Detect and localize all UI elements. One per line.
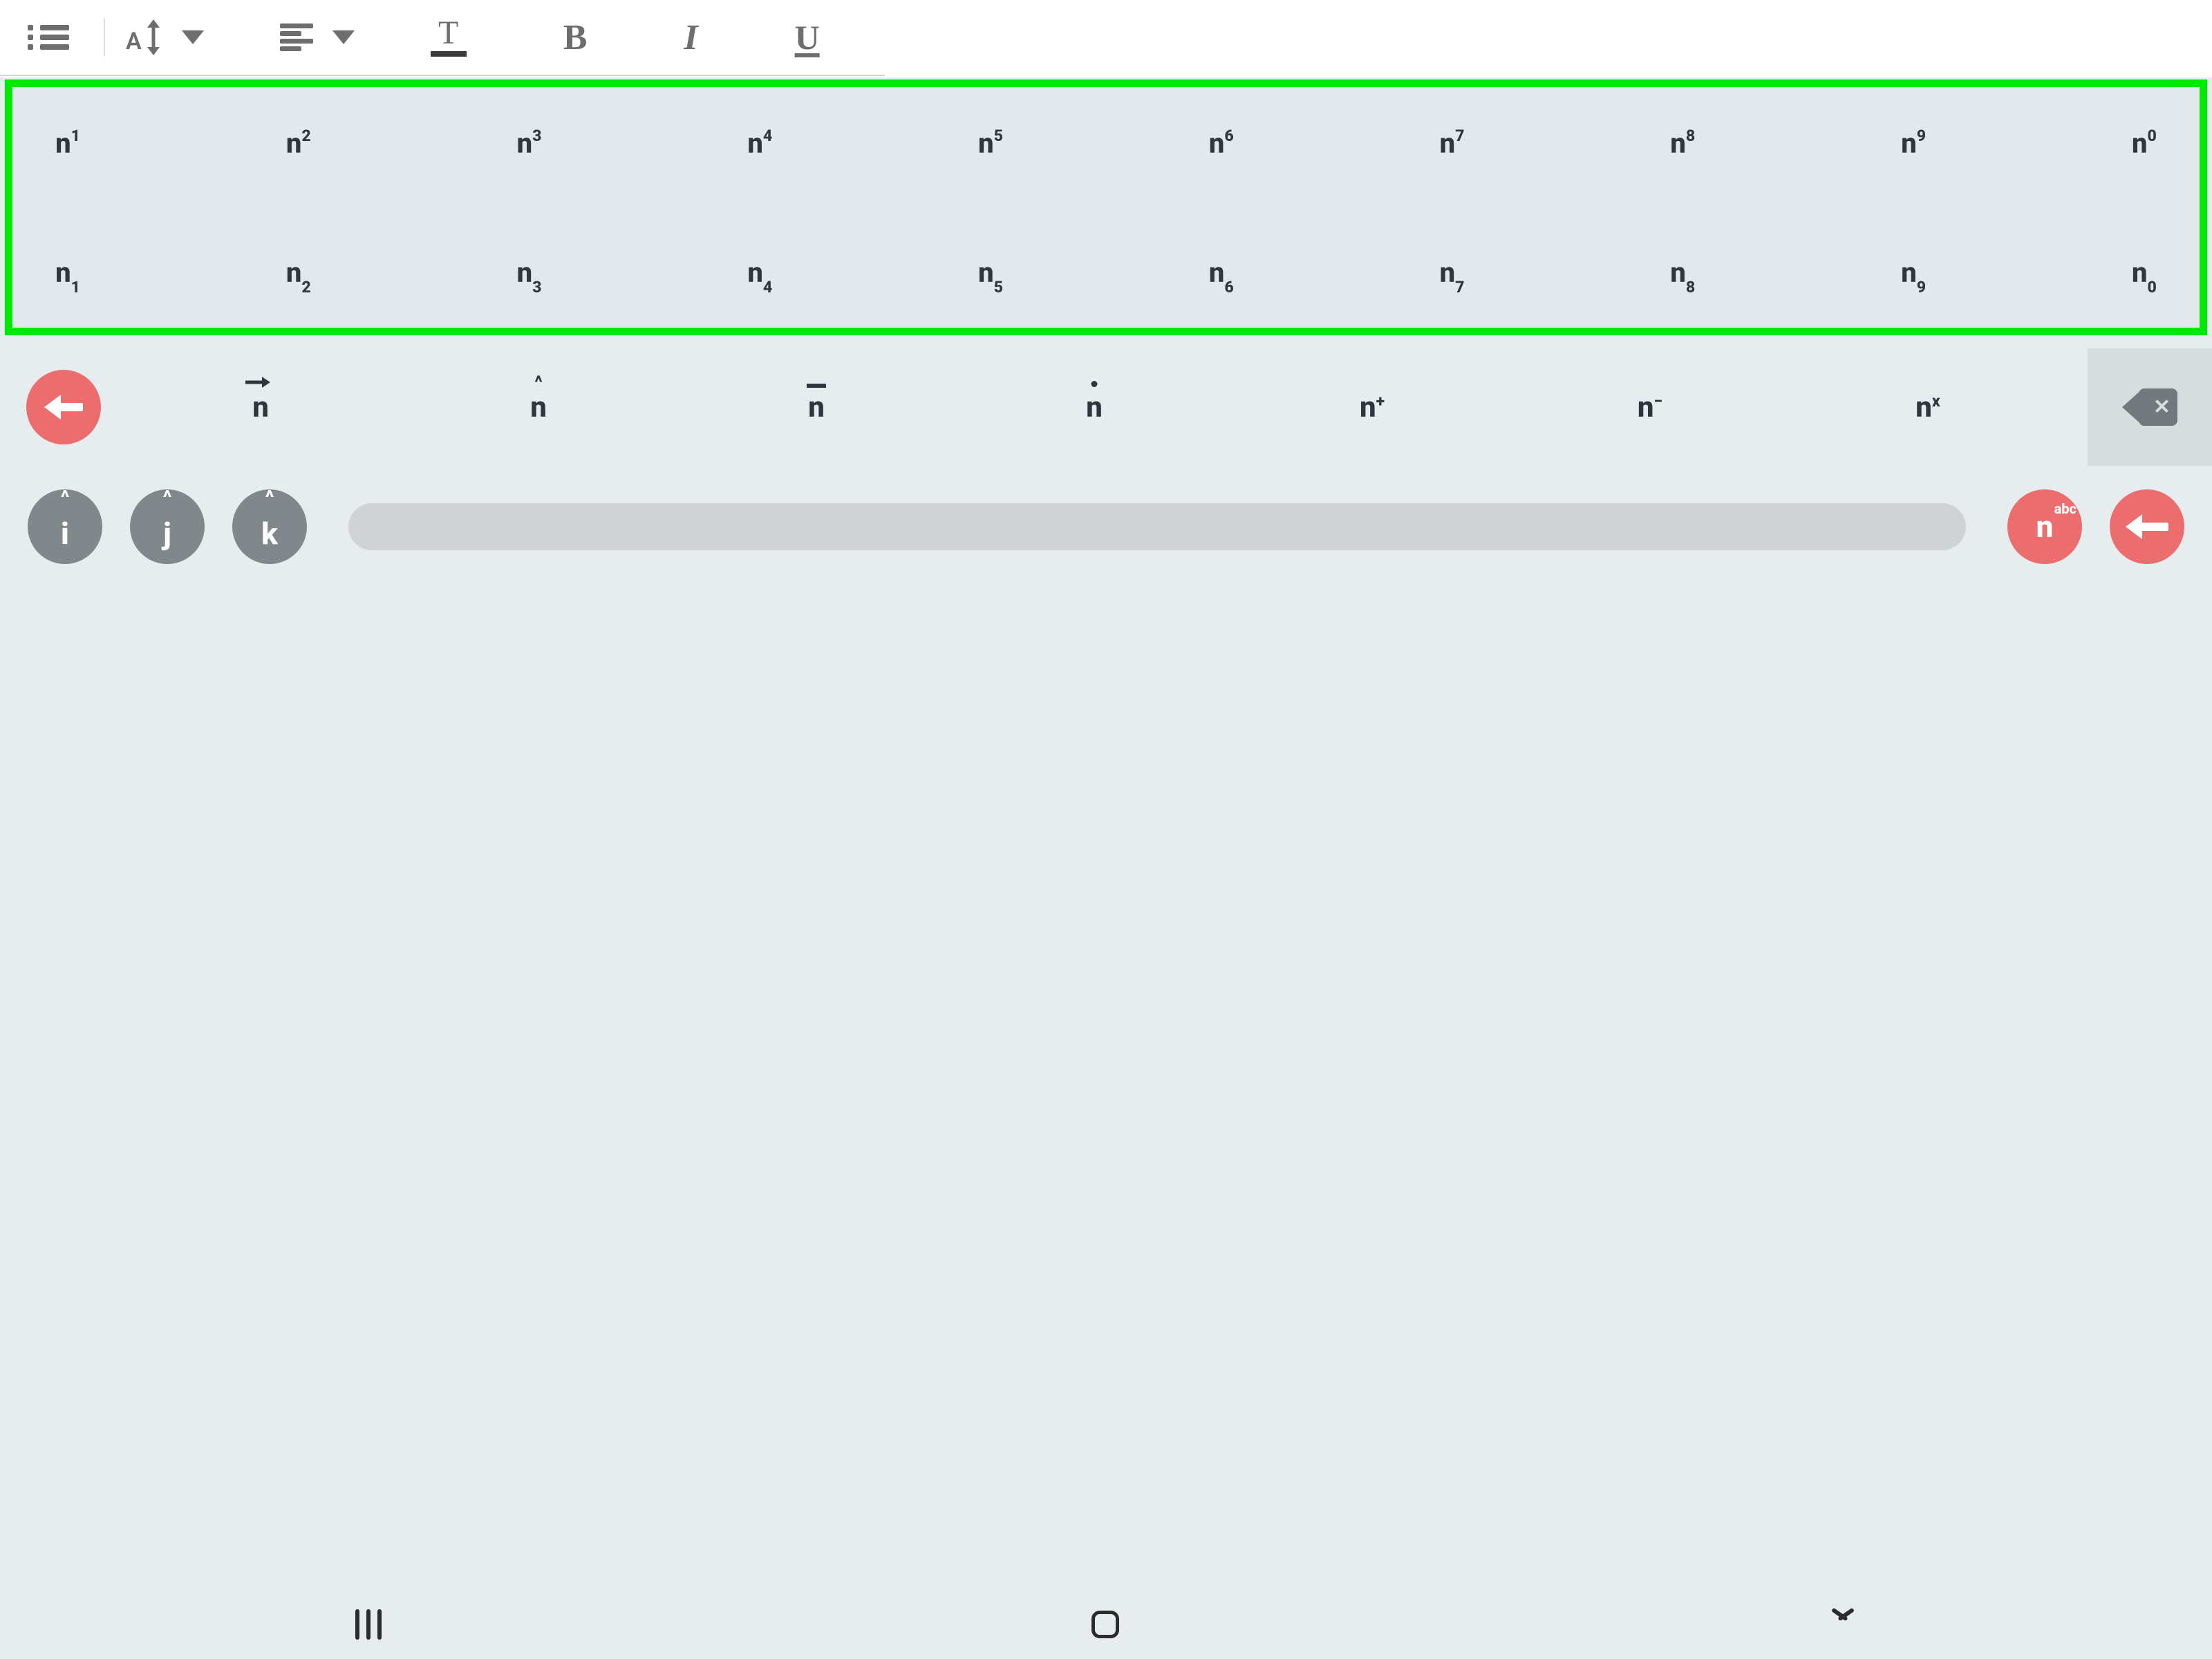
subscript-row: n1 n2 n3 n4 n5 n6 n7 n8 n9 n0: [12, 256, 2200, 292]
key-n-bar[interactable]: n: [789, 391, 844, 424]
recents-icon: [355, 1609, 359, 1640]
chevron-down-icon: [332, 30, 355, 44]
dot-icon: [1091, 381, 1098, 387]
key-n-sup-5[interactable]: n5: [956, 127, 1025, 160]
key-i-hat[interactable]: ^i: [28, 489, 102, 564]
align-left-icon: [280, 24, 313, 51]
key-n-sub-9[interactable]: n9: [1879, 256, 1948, 292]
toolbar-divider: [104, 19, 105, 56]
resize-arrows-icon: [144, 19, 162, 55]
key-n-sub-7[interactable]: n7: [1418, 256, 1487, 292]
key-n-sup-3[interactable]: n3: [495, 127, 564, 160]
key-n-vector[interactable]: n: [233, 391, 288, 424]
key-n-sup-8[interactable]: n8: [1648, 127, 1717, 160]
mode-toggle-button[interactable]: nabc: [2007, 489, 2082, 564]
backspace-button[interactable]: ✕: [2088, 348, 2212, 466]
key-n-sub-5[interactable]: n5: [956, 256, 1025, 292]
back-button[interactable]: [26, 370, 101, 444]
italic-icon: I: [684, 17, 697, 58]
underline-button[interactable]: U: [795, 17, 820, 57]
nav-recents-button[interactable]: [355, 1609, 382, 1640]
text-color-button[interactable]: T: [431, 18, 467, 56]
bulleted-list-button[interactable]: [28, 21, 69, 54]
system-nav-bar: [0, 1590, 2212, 1659]
highlighted-region: n1n2n3n4n5n6n7n8n9n0 n1n2n3n4n5n6n7n8n9n…: [5, 79, 2207, 335]
font-size-dropdown[interactable]: A: [126, 19, 204, 55]
key-n-sub-1[interactable]: n1: [33, 256, 102, 292]
bottom-row: ^i ^j ^k nabc: [0, 478, 2212, 575]
key-n-sub-4[interactable]: n4: [725, 256, 794, 292]
underline-icon: U: [795, 17, 820, 57]
hat-icon: ^: [534, 374, 543, 392]
font-size-label: A: [126, 28, 142, 55]
key-k-hat[interactable]: ^k: [232, 489, 307, 564]
vector-arrow-icon: [245, 377, 270, 388]
editor-toolbar: A T B I U: [0, 0, 885, 76]
mode-toggle-label: nabc: [2036, 509, 2054, 545]
math-keyboard: n1n2n3n4n5n6n7n8n9n0 n1n2n3n4n5n6n7n8n9n…: [0, 77, 2212, 1659]
bar-icon: [807, 384, 826, 388]
enter-icon: [2126, 513, 2168, 541]
nav-home-button[interactable]: [1091, 1611, 1119, 1638]
chevron-down-icon: [182, 30, 204, 44]
key-n-dot[interactable]: n: [1067, 391, 1122, 424]
key-n-sup-1[interactable]: n1: [33, 127, 102, 160]
bold-icon: B: [563, 17, 588, 58]
list-icon: [28, 21, 69, 54]
key-n-x[interactable]: nx: [1900, 391, 1956, 424]
key-n-minus[interactable]: n−: [1622, 391, 1678, 424]
key-n-sup-4[interactable]: n4: [725, 127, 794, 160]
text-align-dropdown[interactable]: [280, 24, 355, 51]
italic-button[interactable]: I: [684, 17, 697, 58]
key-n-hat[interactable]: ^n: [511, 391, 566, 424]
key-n-sup-9[interactable]: n9: [1879, 127, 1948, 160]
key-n-sup-2[interactable]: n2: [264, 127, 333, 160]
backspace-icon: ✕: [2122, 388, 2177, 426]
key-n-sup-0[interactable]: n0: [2110, 127, 2179, 160]
nav-back-button[interactable]: [1829, 1618, 1857, 1631]
accent-row: n ^n n n n+ n− nx ✕: [0, 348, 2212, 466]
key-n-plus[interactable]: n+: [1344, 391, 1400, 424]
enter-button[interactable]: [2110, 489, 2184, 564]
key-n-sup-7[interactable]: n7: [1418, 127, 1487, 160]
superscript-row: n1 n2 n3 n4 n5 n6 n7 n8 n9 n0: [12, 127, 2200, 160]
bold-button[interactable]: B: [563, 17, 588, 58]
key-n-sub-3[interactable]: n3: [495, 256, 564, 292]
text-color-letter: T: [438, 18, 458, 48]
key-n-sub-2[interactable]: n2: [264, 256, 333, 292]
key-j-hat[interactable]: ^j: [130, 489, 205, 564]
key-n-sub-0[interactable]: n0: [2110, 256, 2179, 292]
key-n-sup-6[interactable]: n6: [1187, 127, 1256, 160]
spacebar[interactable]: [348, 503, 1966, 550]
key-n-sub-8[interactable]: n8: [1648, 256, 1717, 292]
arrow-left-icon: [44, 395, 83, 420]
key-n-sub-6[interactable]: n6: [1187, 256, 1256, 292]
text-color-swatch: [431, 51, 467, 57]
